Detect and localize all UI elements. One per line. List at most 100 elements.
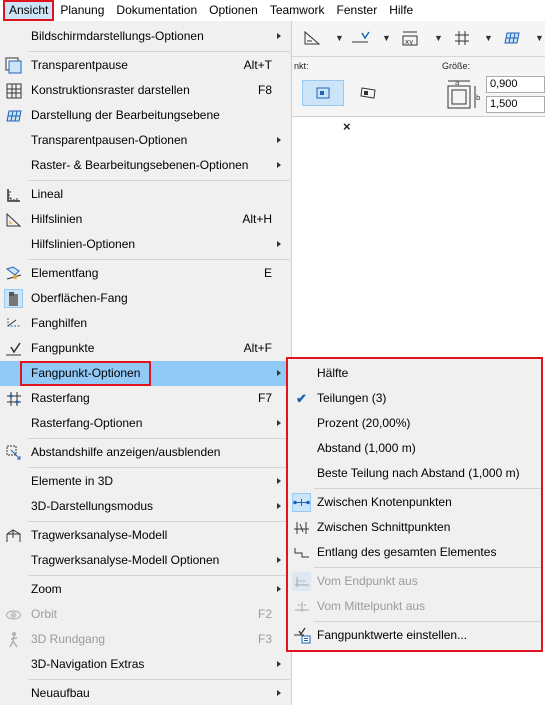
size-b-field[interactable]: 1,500 [486, 96, 545, 113]
submenu-arrow-icon [277, 586, 281, 592]
menu-item-label: Abstandshilfe anzeigen/ausblenden [31, 445, 221, 459]
menu-item-fanghilfen[interactable]: Fanghilfen [0, 311, 291, 336]
submenu-arrow-icon [277, 661, 281, 667]
size-a-field[interactable]: 0,900 [486, 76, 545, 93]
chevron-down-icon[interactable]: ▼ [382, 33, 391, 43]
submenu-item-haelfte[interactable]: Hälfte [288, 361, 541, 386]
submenu-arrow-icon [277, 162, 281, 168]
distance-guide-icon [4, 443, 23, 462]
guide-lines-icon[interactable] [302, 29, 322, 47]
menu-dokumentation[interactable]: Dokumentation [110, 0, 203, 21]
anchor-button-selected[interactable] [302, 80, 344, 106]
menu-item-oberflaechen-fang[interactable]: Oberflächen-Fang [0, 286, 291, 311]
menu-item-tragwerksanalyse-optionen[interactable]: Tragwerksanalyse-Modell Optionen [0, 548, 291, 573]
xy-snap-icon[interactable]: xy [400, 29, 420, 47]
menu-teamwork[interactable]: Teamwork [264, 0, 331, 21]
submenu-item-label: Entlang des gesamten Elementes [317, 545, 497, 559]
submenu-item-zwischen-schnittpunkten[interactable]: Zwischen Schnittpunkten [288, 515, 541, 540]
editing-plane-icon[interactable] [502, 29, 522, 47]
orbit-icon [4, 605, 23, 624]
menu-item-zoom[interactable]: Zoom [0, 577, 291, 602]
anchor-button[interactable] [350, 80, 386, 106]
separator [28, 467, 290, 468]
info-label-anchor: nkt: [294, 61, 309, 71]
menu-item-hilfslinien-optionen[interactable]: Hilfslinien-Optionen [0, 232, 291, 257]
menu-item-label: Rasterfang [31, 391, 90, 405]
menu-item-label: Tragwerksanalyse-Modell [31, 528, 168, 542]
submenu-item-label: Zwischen Knotenpunkten [317, 495, 452, 509]
chevron-down-icon[interactable]: ▼ [484, 33, 493, 43]
menu-bar: Ansicht Planung Dokumentation Optionen T… [0, 0, 545, 21]
menu-item-neuaufbau[interactable]: Neuaufbau [0, 681, 291, 705]
chevron-down-icon[interactable]: ▼ [535, 33, 544, 43]
submenu-item-teilungen[interactable]: ✔ Teilungen (3) [288, 386, 541, 411]
menu-item-rasterfang-optionen[interactable]: Rasterfang-Optionen [0, 411, 291, 436]
menu-item-orbit[interactable]: Orbit F2 [0, 602, 291, 627]
submenu-item-prozent[interactable]: Prozent (20,00%) [288, 411, 541, 436]
menu-item-tragwerksanalyse-modell[interactable]: Tragwerksanalyse-Modell [0, 523, 291, 548]
menu-item-3d-rundgang[interactable]: 3D Rundgang F3 [0, 627, 291, 652]
menu-item-shortcut: Alt+H [242, 212, 272, 226]
submenu-item-beste-teilung[interactable]: Beste Teilung nach Abstand (1,000 m) [288, 461, 541, 486]
menu-item-3d-darstellungsmodus[interactable]: 3D-Darstellungsmodus [0, 494, 291, 519]
menu-item-bildschirmdarstellungs-optionen[interactable]: Bildschirmdarstellungs-Optionen [0, 24, 291, 49]
info-label-size: Größe: [442, 61, 471, 71]
along-element-icon [292, 543, 311, 562]
submenu-arrow-icon [277, 33, 281, 39]
submenu-item-label: Prozent (20,00%) [317, 416, 411, 430]
submenu-item-entlang-element[interactable]: Entlang des gesamten Elementes [288, 540, 541, 565]
menu-ansicht[interactable]: Ansicht [3, 0, 55, 21]
submenu-item-label: Vom Mittelpunkt aus [317, 599, 426, 613]
submenu-arrow-icon [277, 690, 281, 696]
menu-item-hilfslinien[interactable]: Hilfslinien Alt+H [0, 207, 291, 232]
svg-text:xy: xy [405, 38, 413, 46]
menu-item-rasterfang[interactable]: Rasterfang F7 [0, 386, 291, 411]
snap-points-icon[interactable] [350, 29, 370, 47]
submenu-item-abstand[interactable]: Abstand (1,000 m) [288, 436, 541, 461]
menu-item-label: Transparentpausen-Optionen [31, 133, 188, 147]
separator [314, 488, 541, 489]
close-icon[interactable]: × [343, 119, 351, 134]
svg-text:b: b [476, 94, 481, 102]
menu-planung[interactable]: Planung [54, 0, 110, 21]
separator [28, 521, 290, 522]
menu-item-label: Hilfslinien-Optionen [31, 237, 136, 251]
menu-item-elementfang[interactable]: Elementfang E [0, 261, 291, 286]
menu-item-label: Konstruktionsraster darstellen [31, 83, 190, 97]
menu-item-shortcut: F8 [257, 83, 272, 97]
submenu-item-label: Vom Endpunkt aus [317, 574, 418, 588]
menu-hilfe[interactable]: Hilfe [383, 0, 419, 21]
menu-item-label: Hilfslinien [31, 212, 83, 226]
menu-item-lineal[interactable]: Lineal [0, 182, 291, 207]
chevron-down-icon[interactable]: ▼ [335, 33, 344, 43]
surface-snap-icon [4, 289, 23, 308]
menu-item-label: Oberflächen-Fang [31, 291, 128, 305]
chevron-down-icon[interactable]: ▼ [434, 33, 443, 43]
menu-item-raster-optionen[interactable]: Raster- & Bearbeitungsebenen-Optionen [0, 153, 291, 178]
anchor-icon [316, 87, 330, 99]
menu-optionen[interactable]: Optionen [203, 0, 264, 21]
grid-snap-icon [4, 389, 23, 408]
menu-item-transparentpause[interactable]: Transparentpause Alt+T [0, 53, 291, 78]
between-nodes-icon [292, 493, 311, 512]
menu-item-elemente-in-3d[interactable]: Elemente in 3D [0, 469, 291, 494]
submenu-item-fangpunktwerte-einstellen[interactable]: Fangpunktwerte einstellen... [288, 623, 541, 648]
menu-item-bearbeitungsebene[interactable]: Darstellung der Bearbeitungsebene [0, 103, 291, 128]
menu-fenster[interactable]: Fenster [331, 0, 384, 21]
submenu-item-vom-mittelpunkt[interactable]: Vom Mittelpunkt aus [288, 594, 541, 619]
menu-item-label: Zoom [31, 582, 62, 596]
menu-item-3d-navigation-extras[interactable]: 3D-Navigation Extras [0, 652, 291, 677]
anchor-alt-icon [360, 87, 376, 99]
menu-item-transparentpausen-optionen[interactable]: Transparentpausen-Optionen [0, 128, 291, 153]
menu-item-label: Neuaufbau [31, 686, 90, 700]
submenu-item-vom-endpunkt[interactable]: Vom Endpunkt aus [288, 569, 541, 594]
submenu-item-zwischen-knotenpunkten[interactable]: Zwischen Knotenpunkten [288, 490, 541, 515]
menu-item-fangpunkt-optionen[interactable]: Fangpunkt-Optionen [0, 361, 291, 386]
fangpunkt-optionen-submenu: Hälfte ✔ Teilungen (3) Prozent (20,00%) … [286, 357, 543, 652]
menu-item-label: Bildschirmdarstellungs-Optionen [31, 29, 204, 43]
menu-item-abstandshilfe[interactable]: Abstandshilfe anzeigen/ausblenden [0, 440, 291, 465]
menu-item-konstruktionsraster[interactable]: Konstruktionsraster darstellen F8 [0, 78, 291, 103]
grid-snap-icon[interactable] [452, 29, 472, 47]
between-intersections-icon [292, 518, 311, 537]
menu-item-fangpunkte[interactable]: Fangpunkte Alt+F [0, 336, 291, 361]
